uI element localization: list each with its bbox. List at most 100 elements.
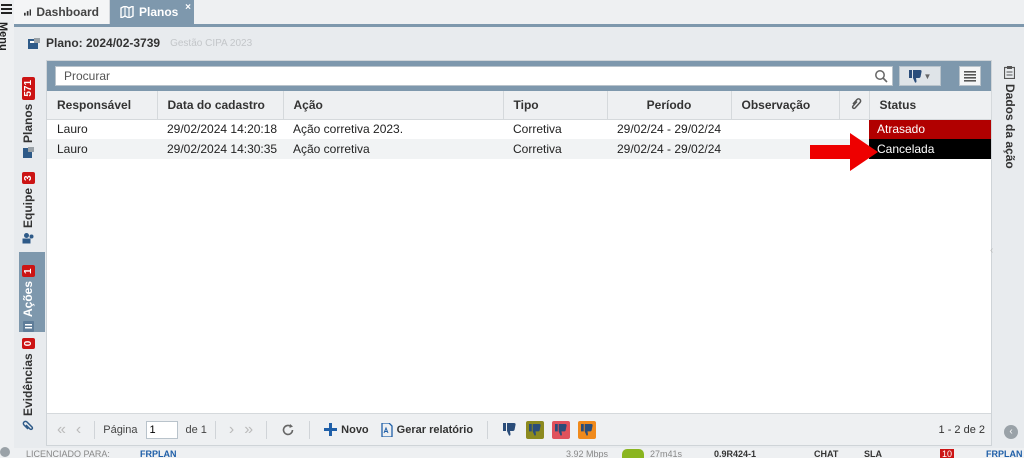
column-header-status[interactable]: Status	[869, 91, 992, 120]
chat-button[interactable]: CHAT	[814, 449, 838, 458]
new-button[interactable]: Novo	[324, 423, 369, 436]
refresh-icon[interactable]	[281, 423, 295, 437]
side-tab-evidencias[interactable]: Evidências 0	[19, 337, 45, 432]
record-count: 1 - 2 de 2	[938, 423, 985, 436]
thumbs-down-icon	[555, 423, 567, 436]
map-icon	[120, 6, 134, 18]
connection-speed: 3.92 Mbps	[566, 449, 609, 458]
chevron-left-icon[interactable]: ‹	[990, 245, 993, 256]
action-data-label: Dados da ação	[1003, 84, 1017, 169]
column-header-periodo[interactable]: Período	[607, 91, 732, 120]
divider	[266, 420, 268, 439]
column-header-data[interactable]: Data do cadastro	[157, 91, 284, 120]
divider	[94, 420, 96, 439]
session-time: 27m41s	[650, 449, 683, 458]
pdf-icon	[381, 422, 393, 437]
next-page-icon[interactable]: ›	[229, 421, 234, 439]
tab-planos[interactable]: Planos ×	[110, 0, 194, 24]
thumbs-down-icon	[581, 423, 593, 436]
generate-report-label: Gerar relatório	[396, 423, 474, 436]
page-number-input[interactable]	[145, 420, 178, 439]
status-bar: LICENCIADO PARA: FRPLAN 3.92 Mbps 27m41s…	[14, 448, 1024, 458]
action-data-panel-toggle[interactable]: Dados da ação	[995, 60, 1024, 446]
first-page-icon[interactable]: «	[57, 421, 66, 439]
table-header-row: Responsável Data do cadastro Ação Tipo P…	[47, 91, 992, 120]
chevron-down-icon: ▼	[923, 71, 932, 81]
prev-page-icon[interactable]: ‹	[76, 421, 81, 439]
evidencias-count-badge: 0	[21, 337, 35, 350]
chevron-left-circle-icon[interactable]: ‹	[1004, 425, 1018, 439]
clipboard-icon	[1004, 66, 1015, 79]
cell-responsavel: Lauro	[47, 139, 157, 159]
planos-count-badge: 571	[21, 76, 35, 100]
actions-panel: ▼ Responsável Data do cadastro Ação Tipo…	[46, 60, 992, 446]
last-page-icon[interactable]: »	[244, 421, 253, 439]
column-header-observacao[interactable]: Observação	[731, 91, 840, 120]
scroll-left-icon[interactable]	[0, 447, 10, 457]
list-icon	[964, 70, 976, 82]
thumbs-down-filter-olive[interactable]	[526, 420, 545, 439]
version-label: 0.9R424-1	[714, 449, 757, 458]
side-tab-equipe[interactable]: Equipe 3	[19, 168, 45, 244]
cell-responsavel: Lauro	[47, 119, 157, 139]
plan-icon	[28, 37, 40, 49]
thumbs-down-icon	[529, 423, 541, 436]
menu-strip[interactable]: Menu	[0, 0, 14, 458]
side-tab-acoes[interactable]: Ações 1	[19, 252, 45, 332]
search-input[interactable]	[62, 68, 874, 84]
cell-periodo: 29/02/24 - 29/02/24	[607, 139, 731, 159]
cell-tipo: Corretiva	[503, 119, 607, 139]
cell-periodo: 29/02/24 - 29/02/24	[607, 119, 731, 139]
list-view-button[interactable]	[959, 66, 981, 86]
status-indicator-icon	[622, 449, 644, 458]
plan-header: Plano: 2024/02-3739 Gestão CIPA 2023	[28, 36, 252, 50]
divider	[487, 420, 489, 439]
tab-dashboard[interactable]: Dashboard	[14, 0, 110, 24]
bar-chart-icon	[24, 8, 32, 16]
column-header-responsavel[interactable]: Responsável	[47, 91, 158, 120]
close-icon[interactable]: ×	[185, 2, 191, 13]
side-tab-acoes-label: Ações	[21, 280, 35, 317]
column-header-attachment[interactable]	[839, 91, 870, 120]
side-tab-planos-label: Planos	[21, 103, 35, 143]
generate-report-button[interactable]: Gerar relatório	[381, 422, 474, 437]
column-header-acao[interactable]: Ação	[283, 91, 504, 120]
paperclip-icon	[851, 97, 861, 109]
divider	[309, 420, 311, 439]
brand-logo-right: FRPLAN	[986, 449, 1023, 458]
page-of-label: de 1	[185, 423, 207, 436]
side-tab-planos[interactable]: Planos 571	[19, 70, 45, 158]
cell-data: 29/02/2024 14:30:35	[157, 139, 283, 159]
menu-label[interactable]: Menu	[0, 22, 9, 51]
thumbs-down-icon	[908, 69, 922, 83]
thumbs-down-filter-orange[interactable]	[578, 420, 597, 439]
hamburger-icon[interactable]	[1, 4, 12, 16]
notification-badge[interactable]: 10	[940, 449, 955, 458]
brand-logo: FRPLAN	[140, 449, 177, 458]
red-arrow-annotation	[810, 133, 878, 171]
cell-acao: Ação corretiva	[283, 139, 503, 159]
equipe-count-badge: 3	[21, 172, 35, 184]
side-tab-evidencias-label: Evidências	[21, 353, 35, 416]
thumbs-down-filter-blue[interactable]	[500, 421, 518, 439]
new-button-label: Novo	[341, 423, 369, 436]
status-badge: Atrasado	[869, 119, 991, 139]
tab-planos-label: Planos	[139, 5, 179, 19]
panel-toolbar: ▼	[47, 61, 991, 91]
sla-button[interactable]: SLA	[864, 449, 882, 458]
paperclip-icon	[22, 420, 34, 431]
thumbs-down-filter-button[interactable]: ▼	[899, 66, 941, 86]
plus-icon	[324, 423, 338, 436]
status-badge: Cancelada	[869, 139, 991, 159]
plan-subtitle: Gestão CIPA 2023	[170, 37, 253, 49]
search-icon[interactable]	[874, 69, 888, 83]
column-header-tipo[interactable]: Tipo	[503, 91, 608, 120]
search-box[interactable]	[55, 66, 893, 86]
acoes-count-badge: 1	[21, 265, 35, 277]
thumbs-down-filter-red[interactable]	[552, 420, 571, 439]
tab-dashboard-label: Dashboard	[36, 5, 99, 19]
thumbs-down-icon	[502, 423, 516, 436]
plan-icon	[22, 147, 34, 158]
cell-acao: Ação corretiva 2023.	[283, 119, 503, 139]
divider	[214, 420, 216, 439]
